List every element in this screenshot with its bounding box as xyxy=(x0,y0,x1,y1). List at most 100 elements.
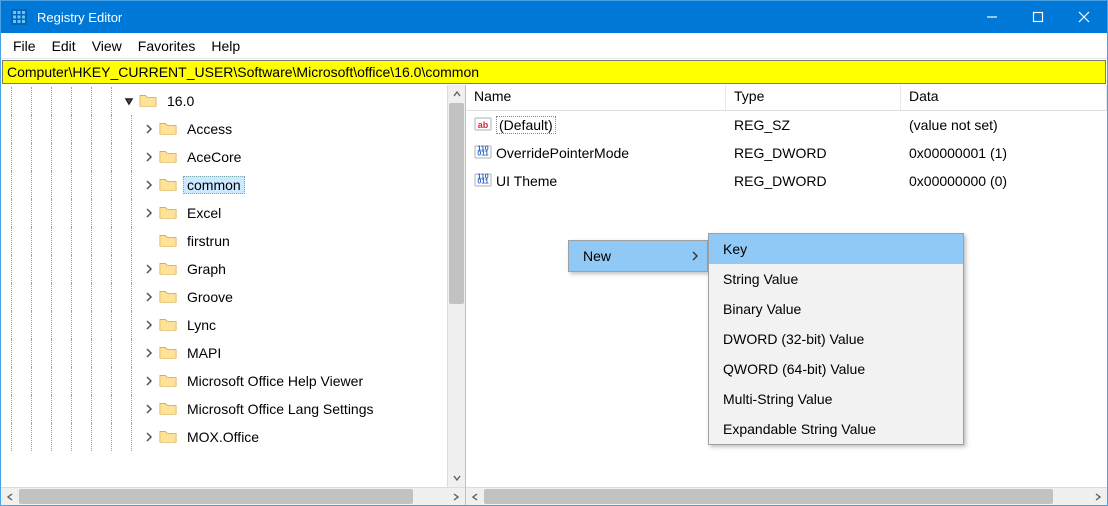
tree-item[interactable]: Excel xyxy=(1,199,447,227)
chevron-right-icon[interactable] xyxy=(141,149,157,165)
scroll-left-icon[interactable] xyxy=(1,488,19,505)
tree-item-label: firstrun xyxy=(183,232,234,250)
maximize-button[interactable] xyxy=(1015,1,1061,33)
tree-item[interactable]: 16.0 xyxy=(1,87,447,115)
list-header: Name Type Data xyxy=(466,85,1107,111)
tree-horizontal-scrollbar[interactable] xyxy=(1,487,465,505)
submenu-item[interactable]: Multi-String Value xyxy=(709,384,963,414)
tree-item-label: MAPI xyxy=(183,344,225,362)
tree-item[interactable]: firstrun xyxy=(1,227,447,255)
submenu: Key String Value Binary Value DWORD (32-bit… xyxy=(708,233,964,445)
folder-icon xyxy=(159,344,183,363)
tree-item-label: 16.0 xyxy=(163,92,198,110)
submenu-item-label: QWORD (64-bit) Value xyxy=(723,361,865,377)
folder-icon xyxy=(159,428,183,447)
submenu-item-label: DWORD (32-bit) Value xyxy=(723,331,864,347)
column-header-data[interactable]: Data xyxy=(901,85,1107,110)
tree-item[interactable]: Access xyxy=(1,115,447,143)
tree-vertical-scrollbar[interactable] xyxy=(447,85,465,487)
value-name: (Default) xyxy=(496,116,556,134)
chevron-right-icon[interactable] xyxy=(141,373,157,389)
tree: 16.0 Access AceCore common Excel firstrun Grap… xyxy=(1,85,447,451)
value-type: REG_SZ xyxy=(726,117,901,133)
value-name: UI Theme xyxy=(496,173,557,189)
scroll-right-icon[interactable] xyxy=(447,488,465,505)
scroll-down-icon[interactable] xyxy=(448,469,465,487)
chevron-right-icon[interactable] xyxy=(141,261,157,277)
submenu-item[interactable]: DWORD (32-bit) Value xyxy=(709,324,963,354)
menu-help[interactable]: Help xyxy=(203,36,248,56)
content-area: 16.0 Access AceCore common Excel firstrun Grap… xyxy=(1,85,1107,505)
window-title: Registry Editor xyxy=(37,10,122,25)
tree-item[interactable]: Microsoft Office Help Viewer xyxy=(1,367,447,395)
submenu-item-label: String Value xyxy=(723,271,798,287)
tree-item[interactable]: MOX.Office xyxy=(1,423,447,451)
submenu-item-label: Binary Value xyxy=(723,301,801,317)
folder-icon xyxy=(159,260,183,279)
tree-item-label: AceCore xyxy=(183,148,245,166)
column-header-name[interactable]: Name xyxy=(466,85,726,110)
list-horizontal-scrollbar[interactable] xyxy=(466,487,1107,505)
scroll-left-icon[interactable] xyxy=(466,488,484,505)
tree-item-label: Lync xyxy=(183,316,220,334)
column-header-type[interactable]: Type xyxy=(726,85,901,110)
menu-edit[interactable]: Edit xyxy=(44,36,84,56)
context-menu-label: New xyxy=(583,248,611,264)
address-bar[interactable]: Computer\HKEY_CURRENT_USER\Software\Micr… xyxy=(2,60,1106,84)
list-pane: Name Type Data ab (Default) REG_SZ(value n… xyxy=(466,85,1107,505)
tree-item[interactable]: common xyxy=(1,171,447,199)
context-menu: New xyxy=(568,240,708,272)
menu-file[interactable]: File xyxy=(5,36,44,56)
svg-text:ab: ab xyxy=(478,120,489,130)
folder-icon xyxy=(159,316,183,335)
tree-item[interactable]: AceCore xyxy=(1,143,447,171)
menubar: File Edit View Favorites Help xyxy=(1,33,1107,59)
context-menu-item-new[interactable]: New xyxy=(569,241,707,271)
chevron-right-icon[interactable] xyxy=(141,317,157,333)
folder-icon xyxy=(159,288,183,307)
list-row[interactable]: 011110OverridePointerModeREG_DWORD0x0000… xyxy=(466,139,1107,167)
chevron-down-icon[interactable] xyxy=(121,93,137,109)
tree-item[interactable]: MAPI xyxy=(1,339,447,367)
tree-item[interactable]: Graph xyxy=(1,255,447,283)
folder-icon xyxy=(159,120,183,139)
close-button[interactable] xyxy=(1061,1,1107,33)
folder-icon xyxy=(159,148,183,167)
submenu-item[interactable]: Key xyxy=(709,234,963,264)
scroll-right-icon[interactable] xyxy=(1089,488,1107,505)
folder-icon xyxy=(159,400,183,419)
chevron-right-icon[interactable] xyxy=(141,121,157,137)
submenu-item[interactable]: Expandable String Value xyxy=(709,414,963,444)
svg-text:011110: 011110 xyxy=(477,173,488,185)
tree-item[interactable]: Groove xyxy=(1,283,447,311)
chevron-right-icon[interactable] xyxy=(141,289,157,305)
tree-item[interactable]: Lync xyxy=(1,311,447,339)
menu-view[interactable]: View xyxy=(84,36,130,56)
chevron-right-icon[interactable] xyxy=(141,345,157,361)
tree-item[interactable]: Microsoft Office Lang Settings xyxy=(1,395,447,423)
binary-value-icon: 011110 xyxy=(474,143,492,164)
menu-favorites[interactable]: Favorites xyxy=(130,36,204,56)
tree-item-label: common xyxy=(183,176,245,194)
tree-item-label: MOX.Office xyxy=(183,428,263,446)
minimize-button[interactable] xyxy=(969,1,1015,33)
submenu-item[interactable]: String Value xyxy=(709,264,963,294)
chevron-right-icon[interactable] xyxy=(141,429,157,445)
app-window: Registry Editor File Edit View Favorites… xyxy=(0,0,1108,506)
chevron-right-icon[interactable] xyxy=(141,205,157,221)
value-data: 0x00000000 (0) xyxy=(901,173,1107,189)
chevron-right-icon[interactable] xyxy=(141,177,157,193)
value-data: (value not set) xyxy=(901,117,1107,133)
list-row[interactable]: 011110UI ThemeREG_DWORD0x00000000 (0) xyxy=(466,167,1107,195)
string-value-icon: ab xyxy=(474,115,492,136)
folder-icon xyxy=(139,92,163,111)
list-row[interactable]: ab (Default) REG_SZ(value not set) xyxy=(466,111,1107,139)
chevron-right-icon[interactable] xyxy=(141,401,157,417)
submenu-item[interactable]: QWORD (64-bit) Value xyxy=(709,354,963,384)
folder-icon xyxy=(159,232,183,251)
scroll-up-icon[interactable] xyxy=(448,85,465,103)
submenu-item[interactable]: Binary Value xyxy=(709,294,963,324)
value-type: REG_DWORD xyxy=(726,145,901,161)
tree-item-label: Groove xyxy=(183,288,237,306)
tree-item-label: Access xyxy=(183,120,236,138)
